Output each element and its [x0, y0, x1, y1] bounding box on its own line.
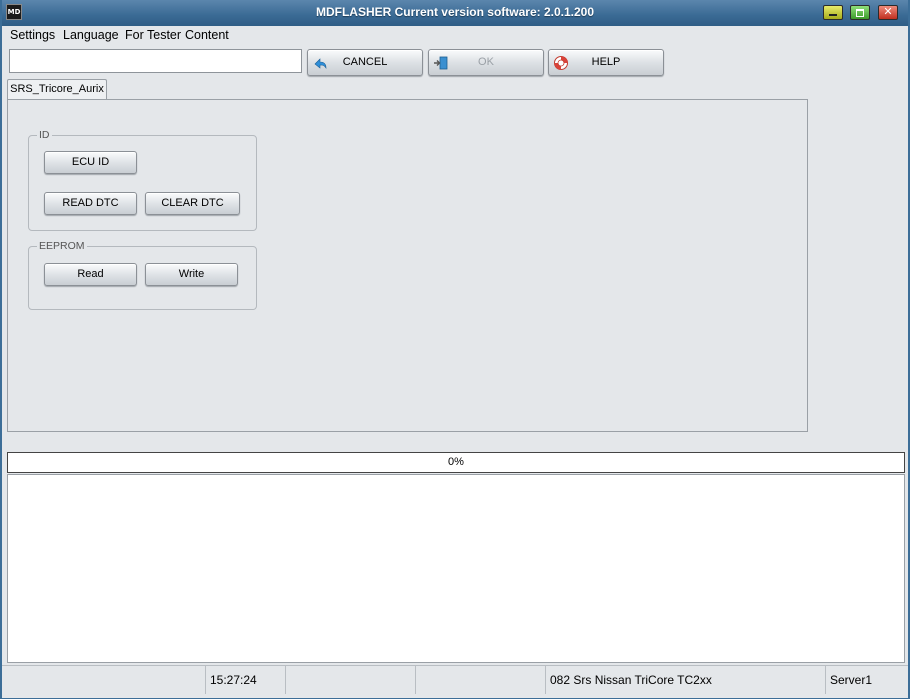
minimize-icon [824, 6, 842, 19]
title-bar[interactable]: MD MDFLASHER Current version software: 2… [2, 0, 908, 26]
progress-bar: 0% [7, 452, 905, 473]
status-cell-4 [416, 666, 546, 694]
tab-srs-tricore-aurix[interactable]: SRS_Tricore_Aurix [7, 79, 107, 100]
enter-door-icon [434, 56, 448, 70]
status-cell-3 [286, 666, 416, 694]
log-output[interactable] [7, 474, 905, 663]
menu-language[interactable]: Language [63, 28, 119, 42]
id-group: ID ECU ID READ DTC CLEAR DTC [28, 129, 257, 231]
cancel-button[interactable]: CANCEL [307, 49, 423, 76]
main-window: MD MDFLASHER Current version software: 2… [0, 0, 910, 699]
lifebuoy-icon [554, 56, 568, 70]
tab-panel: ID ECU ID READ DTC CLEAR DTC EEPROM Read… [7, 99, 808, 432]
window-title: MDFLASHER Current version software: 2.0.… [315, 5, 595, 19]
eeprom-read-button[interactable]: Read [44, 263, 137, 286]
menu-for-tester[interactable]: For Tester [125, 28, 181, 42]
help-button[interactable]: HELP [548, 49, 664, 76]
ok-button[interactable]: OK [428, 49, 544, 76]
status-server: Server1 [830, 673, 873, 687]
minimize-button[interactable] [823, 5, 843, 20]
status-time: 15:27:24 [206, 666, 286, 694]
menu-content[interactable]: Content [185, 28, 229, 42]
status-module: 082 Srs Nissan TriCore TC2xx [546, 666, 826, 694]
menu-bar: Settings Language For Tester Content [2, 26, 908, 46]
read-dtc-button[interactable]: READ DTC [44, 192, 137, 215]
command-input[interactable] [9, 49, 302, 73]
menu-settings[interactable]: Settings [10, 28, 55, 42]
status-cell-1 [2, 666, 206, 694]
undo-arrow-icon [314, 58, 327, 69]
ecu-id-button[interactable]: ECU ID [44, 151, 137, 174]
splitter[interactable] [2, 432, 908, 450]
clear-dtc-button[interactable]: CLEAR DTC [145, 192, 240, 215]
eeprom-write-button[interactable]: Write [145, 263, 238, 286]
cancel-label: CANCEL [342, 56, 388, 68]
close-button[interactable]: ✕ [878, 5, 898, 20]
eeprom-group-label: EEPROM [37, 240, 87, 252]
maximize-button[interactable] [850, 5, 870, 20]
ok-label: OK [478, 56, 494, 68]
help-label: HELP [591, 56, 621, 68]
eeprom-group: EEPROM Read Write [28, 240, 257, 310]
status-bar: 15:27:24 082 Srs Nissan TriCore TC2xx Se… [2, 665, 908, 698]
maximize-icon [851, 6, 869, 19]
close-icon: ✕ [883, 6, 893, 18]
id-group-label: ID [37, 129, 52, 141]
progress-text: 0% [448, 456, 464, 468]
